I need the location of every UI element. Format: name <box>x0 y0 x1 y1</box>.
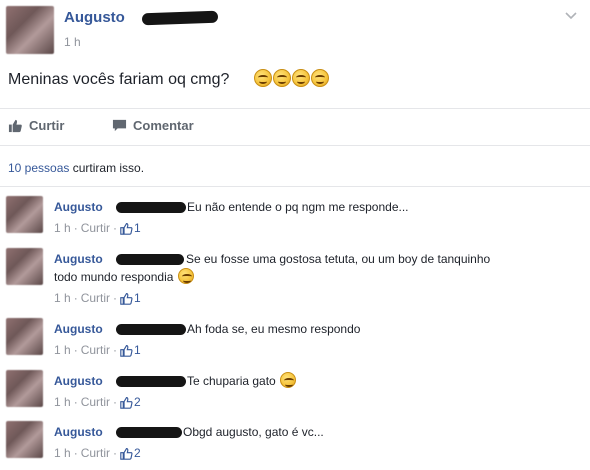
smiling-emoji-icon <box>254 69 272 87</box>
separator: · <box>73 221 78 235</box>
comment-text: Eu não entende o pq ngm me responde... <box>187 200 409 214</box>
separator: · <box>113 221 118 235</box>
separator: · <box>113 291 118 305</box>
comment-author-name[interactable]: Augusto <box>54 322 103 336</box>
comment-text: Se eu fosse uma gostosa tetuta, ou um bo… <box>186 252 491 266</box>
comment-like-count[interactable]: 1 <box>120 221 141 235</box>
likes-summary: 10 pessoas curtiram isso. <box>8 161 144 175</box>
comment-author-name[interactable]: Augusto <box>54 252 103 266</box>
divider <box>0 186 590 187</box>
likes-count-link[interactable]: 10 pessoas <box>8 161 69 175</box>
chevron-down-icon[interactable] <box>564 8 578 22</box>
avatar[interactable] <box>6 421 43 458</box>
avatar[interactable] <box>6 248 43 285</box>
thumbs-up-icon <box>8 119 22 133</box>
thumbs-up-icon <box>120 396 133 409</box>
post-author-name[interactable]: Augusto <box>64 9 125 26</box>
thumbs-up-icon <box>120 344 133 357</box>
thumbs-up-icon <box>120 222 133 235</box>
like-count-value: 2 <box>134 395 141 409</box>
comment-like-link[interactable]: Curtir <box>81 343 110 357</box>
avatar[interactable] <box>6 370 43 407</box>
separator: · <box>113 395 118 409</box>
comment-timestamp[interactable]: 1 h <box>54 221 71 235</box>
avatar[interactable] <box>6 6 54 54</box>
thumbs-up-icon <box>120 447 133 460</box>
smiling-emoji-icon <box>311 69 329 87</box>
comment-author-name[interactable]: Augusto <box>54 200 103 214</box>
comment-like-link[interactable]: Curtir <box>81 395 110 409</box>
comment-meta: 1 h · Curtir · 2 <box>54 446 141 460</box>
comment-button[interactable]: Comentar <box>112 118 194 133</box>
comment-text-continued: todo mundo respondia <box>54 270 174 284</box>
comment-meta: 1 h · Curtir · 1 <box>54 221 141 235</box>
thumbs-up-icon <box>120 292 133 305</box>
comment-author-name[interactable]: Augusto <box>54 374 103 388</box>
separator: · <box>73 446 78 460</box>
avatar[interactable] <box>6 196 43 233</box>
separator: · <box>113 343 118 357</box>
likes-summary-text: curtiram isso. <box>69 161 145 175</box>
post-timestamp[interactable]: 1 h <box>64 35 81 49</box>
redacted-surname <box>141 10 219 26</box>
separator: · <box>73 343 78 357</box>
comment-meta: 1 h · Curtir · 1 <box>54 343 141 357</box>
comment-bubble-icon <box>112 119 127 132</box>
comment-text: Ah foda se, eu mesmo respondo <box>187 322 361 336</box>
redacted-surname <box>116 427 182 438</box>
comment-text: Obgd augusto, gato é vc... <box>183 425 324 439</box>
post-text-content: Meninas vocês fariam oq cmg? <box>8 71 230 88</box>
comment-text: Te chuparia gato <box>187 372 297 390</box>
comment-like-count[interactable]: 1 <box>120 291 141 305</box>
redacted-surname <box>116 324 186 335</box>
post-action-bar: Curtir Comentar <box>0 108 590 146</box>
comment-button-label: Comentar <box>133 118 194 133</box>
redacted-surname <box>116 254 184 265</box>
comment-meta: 1 h · Curtir · 2 <box>54 395 141 409</box>
comment-timestamp[interactable]: 1 h <box>54 395 71 409</box>
separator: · <box>113 446 118 460</box>
comment-timestamp[interactable]: 1 h <box>54 343 71 357</box>
comment-like-count[interactable]: 1 <box>120 343 141 357</box>
comment-like-count[interactable]: 2 <box>120 395 141 409</box>
comment-text-content: Te chuparia gato <box>187 374 276 388</box>
comment-like-link[interactable]: Curtir <box>81 446 110 460</box>
post-text: Meninas vocês fariam oq cmg? <box>8 71 229 89</box>
like-count-value: 1 <box>134 343 141 357</box>
redacted-surname <box>116 202 186 213</box>
smirk-emoji-icon <box>280 372 297 388</box>
like-button-label: Curtir <box>29 118 65 133</box>
comment-text-line2: todo mundo respondia <box>54 268 194 286</box>
comment-like-link[interactable]: Curtir <box>81 221 110 235</box>
like-count-value: 1 <box>134 221 141 235</box>
separator: · <box>73 395 78 409</box>
comment-like-link[interactable]: Curtir <box>81 291 110 305</box>
separator: · <box>73 291 78 305</box>
redacted-surname <box>116 376 186 387</box>
like-count-value: 1 <box>134 291 141 305</box>
like-count-value: 2 <box>134 446 141 460</box>
post-header: Augusto 1 h <box>0 0 590 60</box>
smiling-emoji-icon <box>292 69 310 87</box>
sleepy-emoji-icon <box>177 268 194 284</box>
like-button[interactable]: Curtir <box>8 118 64 133</box>
comment-author-name[interactable]: Augusto <box>54 425 103 439</box>
comment-like-count[interactable]: 2 <box>120 446 141 460</box>
comment-timestamp[interactable]: 1 h <box>54 291 71 305</box>
post-emoji-row <box>253 69 329 89</box>
comment-timestamp[interactable]: 1 h <box>54 446 71 460</box>
smiling-emoji-icon <box>273 69 291 87</box>
comment-meta: 1 h · Curtir · 1 <box>54 291 141 305</box>
avatar[interactable] <box>6 318 43 355</box>
